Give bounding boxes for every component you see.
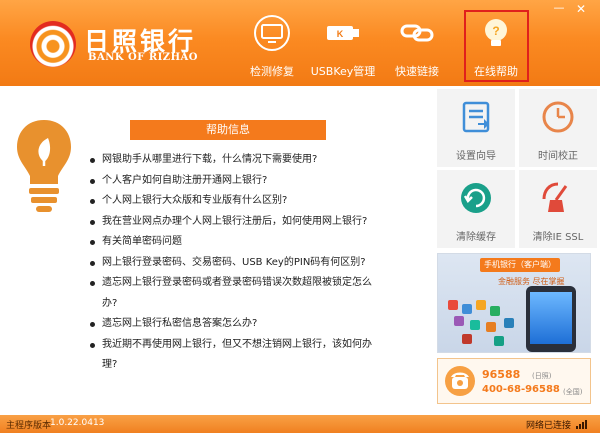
hotline-box: 96588 (日照) 400-68-96588 (全国)	[437, 358, 591, 404]
signal-icon	[576, 420, 587, 429]
clear-ie-ssl-button[interactable]: 清除IE SSL	[519, 170, 597, 248]
clear-cache-button[interactable]: 清除缓存	[437, 170, 515, 248]
minimize-button[interactable]: —	[551, 2, 567, 16]
nav-label: 检测修复	[250, 65, 294, 78]
nav-label: USBKey管理	[310, 65, 376, 78]
svg-text:K: K	[337, 29, 344, 39]
ad-badge: 手机银行（客户端）	[480, 258, 560, 272]
help-question-link[interactable]: 网上银行登录密码、交易密码、USB Key的PIN码有何区别?	[90, 253, 380, 274]
help-question-link[interactable]: 遗忘网上银行私密信息答案怎么办?	[90, 314, 380, 335]
nav-quick-link[interactable]: 快速链接	[381, 10, 453, 82]
phone-image	[526, 286, 576, 352]
network-status: 网络已连接	[526, 421, 572, 431]
status-bar: 主程序版本 1.0.22.0413 网络已连接	[0, 415, 600, 433]
header-bar: 日照银行 BANK OF RIZHAO — ✕ 检测修复 K USBKey管理 …	[0, 0, 600, 86]
help-question-link[interactable]: 网银助手从哪里进行下载，什么情况下需要使用?	[90, 150, 380, 171]
hotline-national-note: (全国)	[563, 388, 583, 396]
help-question-link[interactable]: 个人客户如何自助注册开通网上银行?	[90, 171, 380, 192]
nav-label: 快速链接	[395, 65, 439, 78]
link-icon	[400, 24, 434, 42]
version-label: 主程序版本	[6, 421, 52, 431]
help-question-link[interactable]: 个人网上银行大众版和专业版有什么区别?	[90, 191, 380, 212]
clock-icon	[542, 101, 574, 133]
usbkey-icon: K	[327, 26, 359, 40]
close-button[interactable]: ✕	[573, 2, 589, 16]
help-lightbulb-icon	[17, 120, 71, 212]
help-question-link[interactable]: 我近期不再使用网上银行，但又不想注销网上银行，该如何办理?	[90, 335, 380, 376]
active-nav-highlight	[464, 10, 529, 82]
tool-label: 时间校正	[538, 151, 578, 162]
version-value: 1.0.22.0413	[50, 418, 105, 428]
tool-label: 清除缓存	[456, 232, 496, 243]
help-question-list: 网银助手从哪里进行下载，什么情况下需要使用? 个人客户如何自助注册开通网上银行?…	[90, 150, 380, 376]
mobile-banking-ad[interactable]: 手机银行（客户端） 金融服务 尽在掌握	[437, 253, 591, 353]
hotline-national-number: 400-68-96588	[482, 384, 560, 395]
monitor-icon	[254, 15, 290, 51]
time-correction-button[interactable]: 时间校正	[519, 89, 597, 167]
help-question-link[interactable]: 有关简单密码问题	[90, 232, 380, 253]
bank-logo-icon	[30, 21, 76, 67]
help-question-link[interactable]: 我在营业网点办理个人网上银行注册后，如何使用网上银行?	[90, 212, 380, 233]
nav-detect-repair[interactable]: 检测修复	[236, 10, 308, 82]
telephone-icon	[445, 366, 475, 396]
hotline-local-number: 96588	[482, 368, 521, 381]
help-question-link[interactable]: 遗忘网上银行登录密码或者登录密码错误次数超限被锁定怎么办?	[90, 273, 380, 314]
help-info-title: 帮助信息	[130, 120, 326, 140]
setup-wizard-button[interactable]: 设置向导	[437, 89, 515, 167]
nav-usbkey-manage[interactable]: K USBKey管理	[307, 10, 379, 82]
setup-wizard-icon	[462, 101, 490, 133]
tool-label: 清除IE SSL	[532, 232, 584, 243]
bank-name-en: BANK OF RIZHAO	[88, 52, 199, 63]
clear-cache-icon	[461, 183, 491, 213]
app-icons-cluster	[444, 298, 524, 348]
tool-label: 设置向导	[456, 151, 496, 162]
tool-grid: 设置向导 时间校正 清除缓存 清除IE SSL	[437, 86, 600, 248]
broom-icon	[542, 182, 568, 212]
hotline-local-note: (日照)	[532, 372, 552, 380]
